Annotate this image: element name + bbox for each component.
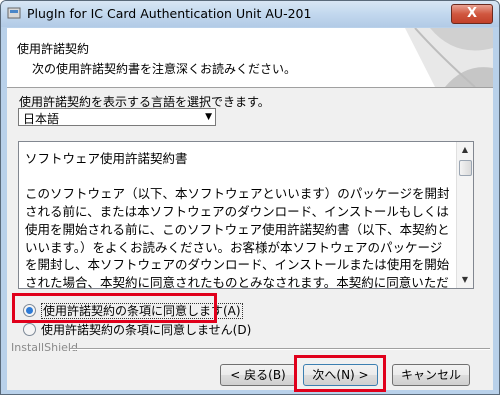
scroll-thumb[interactable] [459,160,472,176]
accept-highlight-box [12,293,217,323]
back-button[interactable]: < 戻る(B) [220,364,296,386]
installshield-label: InstallShield [11,341,78,354]
next-highlight-box [294,355,386,392]
language-select-value: 日本語 [23,112,60,126]
dialog-header: 使用許諾契約 次の使用許諾契約書を注意深くお読みください。 [7,28,493,88]
license-text: ソフトウェア使用許諾契約書 このソフトウェア（以下、本ソフトウェアといいます）の… [25,151,450,289]
close-button[interactable]: X [451,4,493,24]
cancel-button[interactable]: キャンセル [392,364,470,386]
dialog-client-area: 使用許諾契約 次の使用許諾契約書を注意深くお読みください。 使用許諾契約を表示す… [7,28,493,390]
window-title: PlugIn for IC Card Authentication Unit A… [27,6,312,21]
license-scrollbar[interactable]: ▲ ▼ [456,142,473,288]
decline-label[interactable]: 使用許諾契約の条項に同意しません(D) [41,323,251,337]
decline-option[interactable]: 使用許諾契約の条項に同意しません(D) [23,321,251,337]
footer-divider [70,348,490,350]
app-icon [7,7,21,19]
header-subtitle: 次の使用許諾契約書を注意深くお読みください。 [32,62,297,76]
scroll-down-icon[interactable]: ▼ [457,272,473,288]
language-select[interactable]: 日本語 ▼ [18,108,216,126]
chevron-down-icon: ▼ [205,112,212,122]
header-graphic-icon [405,28,493,87]
decline-radio[interactable] [23,323,36,336]
installer-window: PlugIn for IC Card Authentication Unit A… [0,0,500,395]
license-text-box[interactable]: ソフトウェア使用許諾契約書 このソフトウェア（以下、本ソフトウェアといいます）の… [18,141,474,289]
scroll-up-icon[interactable]: ▲ [457,142,473,158]
header-title: 使用許諾契約 [17,42,90,56]
title-bar[interactable]: PlugIn for IC Card Authentication Unit A… [1,1,499,27]
